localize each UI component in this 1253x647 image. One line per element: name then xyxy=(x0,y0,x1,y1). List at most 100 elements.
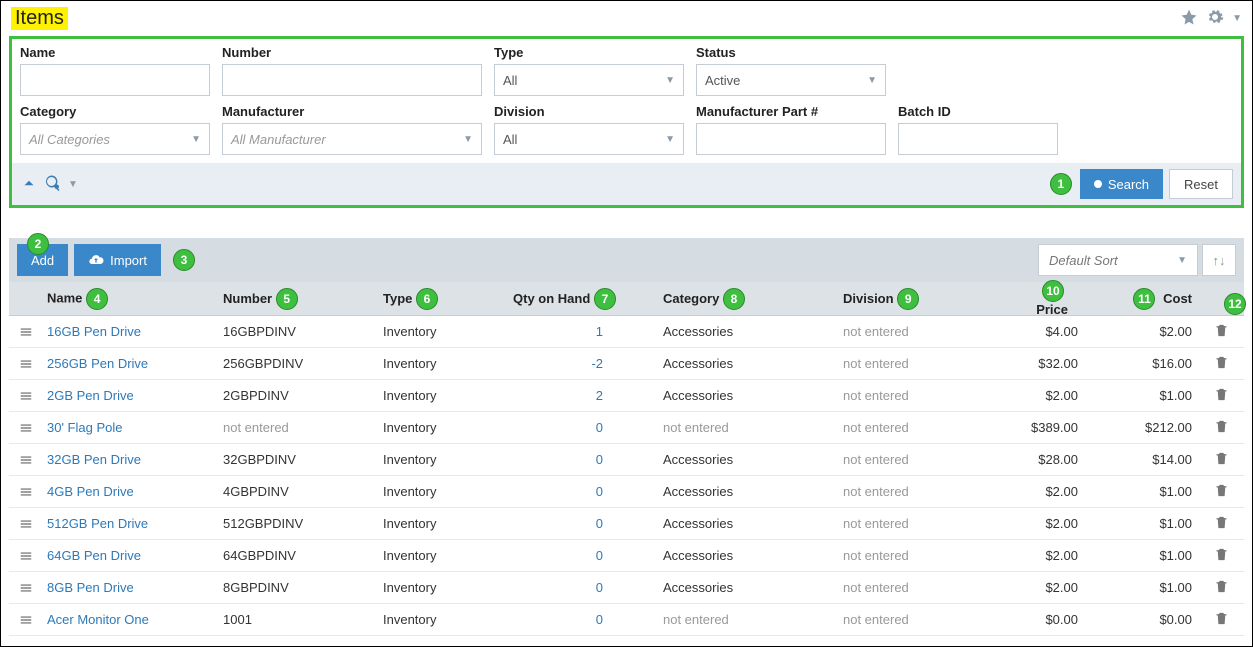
cell-qty[interactable]: -2 xyxy=(513,356,663,371)
cell-qty[interactable]: 1 xyxy=(513,324,663,339)
star-icon[interactable] xyxy=(1180,8,1198,29)
delete-button[interactable] xyxy=(1198,451,1244,469)
th-category[interactable]: Category 8 xyxy=(663,288,843,310)
select-category[interactable]: All Categories▼ xyxy=(20,123,210,155)
drag-handle-icon[interactable] xyxy=(9,485,43,499)
cell-category: not entered xyxy=(663,420,843,435)
cell-category: Accessories xyxy=(663,516,843,531)
page-title: Items xyxy=(11,7,68,30)
item-name-link[interactable]: 32GB Pen Drive xyxy=(47,452,141,467)
gear-icon[interactable] xyxy=(1206,8,1224,29)
th-price[interactable]: 10 Price xyxy=(1013,280,1088,317)
label-status: Status xyxy=(696,45,886,60)
item-name-link[interactable]: 4GB Pen Drive xyxy=(47,484,134,499)
th-qty[interactable]: Qty on Hand 7 xyxy=(513,288,663,310)
chevron-down-icon[interactable]: ▼ xyxy=(1232,13,1242,24)
cell-qty[interactable]: 0 xyxy=(513,452,663,467)
cell-category: Accessories xyxy=(663,324,843,339)
delete-button[interactable] xyxy=(1198,355,1244,373)
search-button[interactable]: Search xyxy=(1080,169,1163,199)
input-name[interactable] xyxy=(20,64,210,96)
delete-button[interactable] xyxy=(1198,323,1244,341)
table-row: 2GB Pen Drive2GBPDINVInventory2Accessori… xyxy=(9,380,1244,412)
reset-button[interactable]: Reset xyxy=(1169,169,1233,199)
item-name-link[interactable]: 256GB Pen Drive xyxy=(47,356,148,371)
chevron-down-icon[interactable]: ▼ xyxy=(68,179,78,190)
drag-handle-icon[interactable] xyxy=(9,325,43,339)
select-manufacturer[interactable]: All Manufacturer▼ xyxy=(222,123,482,155)
search-panel: Name Number Type All▼ Status Active▼ Cat… xyxy=(9,36,1244,208)
cell-cost: $14.00 xyxy=(1098,452,1198,467)
select-type[interactable]: All▼ xyxy=(494,64,684,96)
cell-category: Accessories xyxy=(663,548,843,563)
chevron-down-icon: ▼ xyxy=(191,134,201,145)
cell-type: Inventory xyxy=(383,420,513,435)
cell-cost: $1.00 xyxy=(1098,516,1198,531)
input-number[interactable] xyxy=(222,64,482,96)
search-settings-icon[interactable] xyxy=(44,174,62,195)
table-row: 16GB Pen Drive16GBPDINVInventory1Accesso… xyxy=(9,316,1244,348)
cell-qty[interactable]: 0 xyxy=(513,516,663,531)
input-mfr-part[interactable] xyxy=(696,123,886,155)
cell-number: 2GBPDINV xyxy=(223,388,383,403)
item-name-link[interactable]: 16GB Pen Drive xyxy=(47,324,141,339)
items-table: Name 4 Number 5 Type 6 Qty on Hand 7 Cat… xyxy=(9,282,1244,636)
cell-type: Inventory xyxy=(383,484,513,499)
drag-handle-icon[interactable] xyxy=(9,613,43,627)
th-name[interactable]: Name 4 xyxy=(43,288,223,310)
label-name: Name xyxy=(20,45,210,60)
label-mfr-part: Manufacturer Part # xyxy=(696,104,886,119)
delete-button[interactable] xyxy=(1198,387,1244,405)
cell-division: not entered xyxy=(843,452,1013,467)
annotation-badge: 4 xyxy=(86,288,108,310)
cell-qty[interactable]: 0 xyxy=(513,548,663,563)
th-cost[interactable]: 11 Cost xyxy=(1088,288,1198,310)
sort-select[interactable]: Default Sort▼ xyxy=(1038,244,1198,276)
sort-icon: ↑↓ xyxy=(1213,253,1226,268)
drag-handle-icon[interactable] xyxy=(9,581,43,595)
cell-number: 32GBPDINV xyxy=(223,452,383,467)
delete-button[interactable] xyxy=(1198,483,1244,501)
delete-button[interactable] xyxy=(1198,515,1244,533)
drag-handle-icon[interactable] xyxy=(9,421,43,435)
th-division[interactable]: Division 9 xyxy=(843,288,1013,310)
sort-direction-button[interactable]: ↑↓ xyxy=(1202,244,1236,276)
item-name-link[interactable]: 512GB Pen Drive xyxy=(47,516,148,531)
drag-handle-icon[interactable] xyxy=(9,389,43,403)
th-number[interactable]: Number 5 xyxy=(223,288,383,310)
cell-qty[interactable]: 0 xyxy=(513,420,663,435)
select-division[interactable]: All▼ xyxy=(494,123,684,155)
chevron-down-icon: ▼ xyxy=(665,75,675,86)
drag-handle-icon[interactable] xyxy=(9,357,43,371)
cell-type: Inventory xyxy=(383,516,513,531)
input-batch-id[interactable] xyxy=(898,123,1058,155)
cell-qty[interactable]: 2 xyxy=(513,388,663,403)
item-name-link[interactable]: Acer Monitor One xyxy=(47,612,149,627)
select-status[interactable]: Active▼ xyxy=(696,64,886,96)
cell-qty[interactable]: 0 xyxy=(513,580,663,595)
item-name-link[interactable]: 2GB Pen Drive xyxy=(47,388,134,403)
table-row: 64GB Pen Drive64GBPDINVInventory0Accesso… xyxy=(9,540,1244,572)
cell-qty[interactable]: 0 xyxy=(513,612,663,627)
item-name-link[interactable]: 30' Flag Pole xyxy=(47,420,122,435)
item-name-link[interactable]: 64GB Pen Drive xyxy=(47,548,141,563)
cell-qty[interactable]: 0 xyxy=(513,484,663,499)
delete-button[interactable] xyxy=(1198,611,1244,629)
drag-handle-icon[interactable] xyxy=(9,453,43,467)
th-type[interactable]: Type 6 xyxy=(383,288,513,310)
delete-button[interactable] xyxy=(1198,579,1244,597)
cell-type: Inventory xyxy=(383,388,513,403)
chevron-down-icon: ▼ xyxy=(1177,255,1187,266)
import-button[interactable]: Import xyxy=(74,244,161,276)
drag-handle-icon[interactable] xyxy=(9,517,43,531)
cell-cost: $2.00 xyxy=(1098,324,1198,339)
collapse-icon[interactable] xyxy=(20,174,38,195)
delete-button[interactable] xyxy=(1198,419,1244,437)
label-type: Type xyxy=(494,45,684,60)
item-name-link[interactable]: 8GB Pen Drive xyxy=(47,580,134,595)
annotation-badge: 8 xyxy=(723,288,745,310)
drag-handle-icon[interactable] xyxy=(9,549,43,563)
cell-number: 16GBPDINV xyxy=(223,324,383,339)
annotation-badge: 5 xyxy=(276,288,298,310)
delete-button[interactable] xyxy=(1198,547,1244,565)
